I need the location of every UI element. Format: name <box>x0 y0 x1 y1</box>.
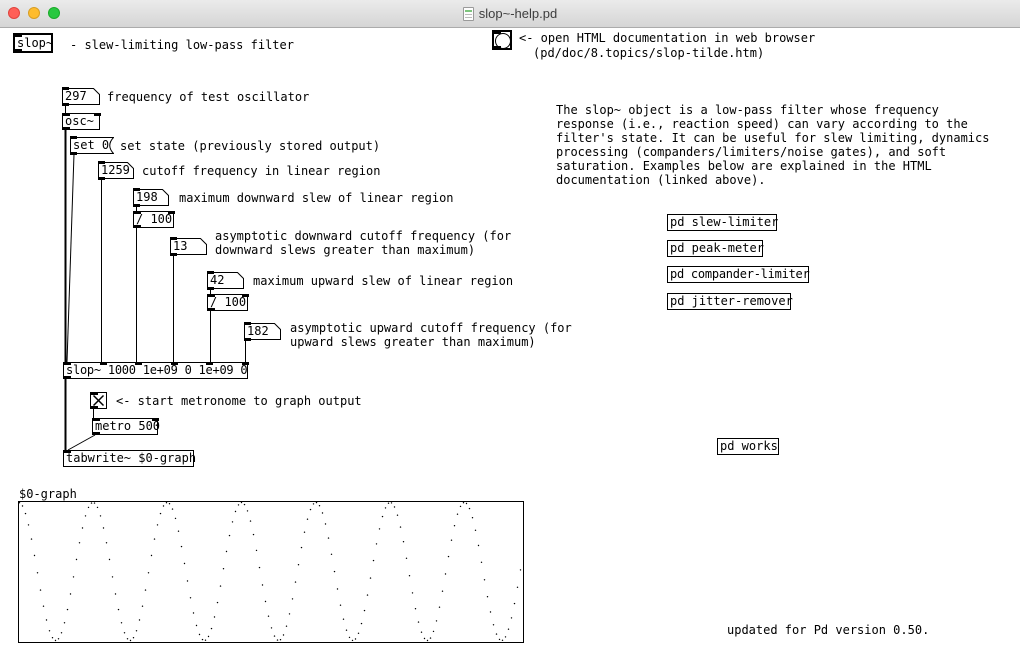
array-graph <box>18 501 524 643</box>
inlet-nub[interactable] <box>64 450 71 453</box>
inlet-nub[interactable] <box>98 161 105 164</box>
subpatch-works[interactable]: pd works <box>717 438 779 455</box>
inlet-nub[interactable] <box>152 418 159 421</box>
inlet-nub[interactable] <box>93 418 100 421</box>
number-box-down-slew[interactable]: 198 <box>133 189 169 206</box>
bang-open-docs[interactable] <box>492 30 512 50</box>
graph-label: $0-graph <box>19 487 77 501</box>
document-icon <box>463 7 474 21</box>
inlet-nub[interactable] <box>494 31 501 34</box>
comment-open-docs: <- open HTML documentation in web browse… <box>519 31 815 45</box>
inlet-nub[interactable] <box>206 362 213 365</box>
comment-description: The slop~ object is a low-pass filter wh… <box>556 103 989 187</box>
object-divide-a[interactable]: / 100 <box>133 211 174 228</box>
comment-set-state: set state (previously stored output) <box>120 139 380 153</box>
outlet-nub[interactable] <box>15 49 22 52</box>
inlet-nub[interactable] <box>63 113 70 116</box>
inlet-nub[interactable] <box>207 271 214 274</box>
inlet-nub[interactable] <box>168 211 175 214</box>
inlet-nub[interactable] <box>64 362 71 365</box>
outlet-nub[interactable] <box>98 177 105 180</box>
outlet-nub[interactable] <box>133 204 140 207</box>
number-box-up-asym[interactable]: 182 <box>244 323 281 340</box>
number-box-down-asym[interactable]: 13 <box>170 238 207 255</box>
comment-up-slew: maximum upward slew of linear region <box>253 274 513 288</box>
pd-window: slop~-help.pd s <box>0 0 1020 664</box>
patch-canvas[interactable]: slop~ - slew-limiting low-pass filter <-… <box>0 28 1020 664</box>
inlet-nub[interactable] <box>244 322 251 325</box>
inlet-nub[interactable] <box>242 362 249 365</box>
object-osc[interactable]: osc~ <box>62 113 100 130</box>
inlet-nub[interactable] <box>94 113 101 116</box>
number-box-frequency[interactable]: 297 <box>62 88 100 105</box>
message-set-state[interactable]: set 0 <box>70 137 114 154</box>
outlet-nub[interactable] <box>244 338 251 341</box>
outlet-nub[interactable] <box>93 432 100 435</box>
subpatch-compander-limiter[interactable]: pd compander-limiter <box>667 266 809 283</box>
subpatch-jitter-remover[interactable]: pd jitter-remover <box>667 293 791 310</box>
object-divide-b[interactable]: / 100 <box>207 294 248 311</box>
outlet-nub[interactable] <box>170 253 177 256</box>
inlet-nub[interactable] <box>62 87 69 90</box>
outlet-nub[interactable] <box>91 406 98 409</box>
inlet-nub[interactable] <box>100 362 107 365</box>
comment-down-asym: asymptotic downward cutoff frequency (fo… <box>215 229 511 257</box>
comment-title-desc: - slew-limiting low-pass filter <box>70 38 294 52</box>
inlet-nub[interactable] <box>15 34 22 37</box>
outlet-nub[interactable] <box>208 308 215 311</box>
subpatch-slew-limiter[interactable]: pd slew-limiter <box>667 214 777 231</box>
comment-updated: updated for Pd version 0.50. <box>727 623 929 637</box>
inlet-nub[interactable] <box>242 294 249 297</box>
number-box-up-slew[interactable]: 42 <box>207 272 244 289</box>
comment-frequency: frequency of test oscillator <box>107 90 309 104</box>
inlet-nub[interactable] <box>91 392 98 395</box>
outlet-nub[interactable] <box>134 225 141 228</box>
window-title-area: slop~-help.pd <box>0 0 1020 27</box>
object-metro[interactable]: metro 500 <box>92 418 158 435</box>
comment-up-asym: asymptotic upward cutoff frequency (for … <box>290 321 572 349</box>
object-slop-main[interactable]: slop~ 1000 1e+09 0 1e+09 0 <box>63 362 248 379</box>
comment-open-docs-path: (pd/doc/8.topics/slop-tilde.htm) <box>533 46 764 60</box>
number-box-cutoff[interactable]: 1259 <box>98 162 134 179</box>
inlet-nub[interactable] <box>134 211 141 214</box>
outlet-nub[interactable] <box>70 152 77 155</box>
comment-cutoff: cutoff frequency in linear region <box>142 164 380 178</box>
titlebar[interactable]: slop~-help.pd <box>0 0 1020 28</box>
object-slop-title[interactable]: slop~ <box>13 33 53 53</box>
subpatch-peak-meter[interactable]: pd peak-meter <box>667 240 763 257</box>
inlet-nub[interactable] <box>135 362 142 365</box>
outlet-nub[interactable] <box>63 127 70 130</box>
outlet-nub[interactable] <box>64 376 71 379</box>
inlet-nub[interactable] <box>208 294 215 297</box>
outlet-nub[interactable] <box>494 46 501 49</box>
inlet-nub[interactable] <box>170 237 177 240</box>
comment-down-slew: maximum downward slew of linear region <box>179 191 454 205</box>
inlet-nub[interactable] <box>70 136 77 139</box>
window-title: slop~-help.pd <box>479 6 557 21</box>
inlet-nub[interactable] <box>171 362 178 365</box>
outlet-nub[interactable] <box>207 287 214 290</box>
inlet-nub[interactable] <box>133 188 140 191</box>
comment-metronome: <- start metronome to graph output <box>116 394 362 408</box>
outlet-nub[interactable] <box>62 103 69 106</box>
object-tabwrite[interactable]: tabwrite~ $0-graph <box>63 450 194 467</box>
toggle-metronome[interactable] <box>90 392 107 409</box>
